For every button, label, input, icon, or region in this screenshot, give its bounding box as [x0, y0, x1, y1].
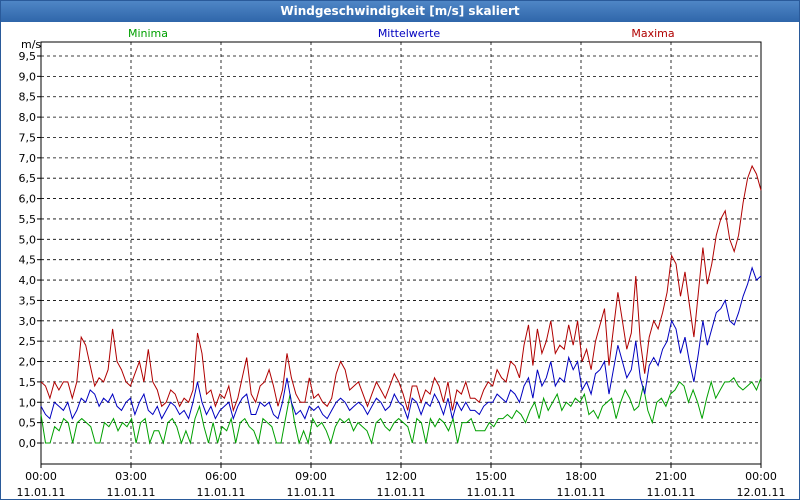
x-tick-date-label: 11.01.11	[17, 486, 66, 499]
grid-lines	[41, 42, 761, 464]
x-tick-time-label: 21:00	[655, 470, 687, 483]
y-tick-label: 2,5	[19, 335, 37, 348]
y-tick-label: 3,5	[19, 294, 37, 307]
y-tick-label: 6,0	[19, 193, 37, 206]
chart-window: Windgeschwindigkeit [m/s] skaliert m/s 0,…	[0, 0, 800, 500]
y-tick-label: 7,0	[19, 152, 37, 165]
x-tick-date-label: 12.01.11	[737, 486, 786, 499]
x-tick-date-label: 11.01.11	[467, 486, 516, 499]
y-tick-label: 5,0	[19, 233, 37, 246]
x-tick-time-label: 12:00	[385, 470, 417, 483]
y-tick-label: 5,5	[19, 213, 37, 226]
series-lines	[40, 164, 762, 445]
y-tick-label: 2,0	[19, 356, 37, 369]
legend-entry-maxima: Maxima	[631, 27, 674, 40]
x-tick-time-label: 09:00	[295, 470, 327, 483]
y-axis: m/s0,00,51,01,52,02,53,03,54,04,55,05,56…	[19, 38, 42, 450]
x-tick-time-label: 00:00	[745, 470, 777, 483]
x-tick-time-label: 06:00	[205, 470, 237, 483]
y-tick-label: 8,5	[19, 91, 37, 104]
x-tick-date-label: 11.01.11	[377, 486, 426, 499]
x-tick-date-label: 11.01.11	[557, 486, 606, 499]
window-title: Windgeschwindigkeit [m/s] skaliert	[1, 1, 799, 22]
y-tick-label: 6,5	[19, 172, 37, 185]
legend: Minima Mittelwerte Maxima	[128, 27, 675, 40]
y-tick-label: 3,0	[19, 315, 37, 328]
x-tick-date-label: 11.01.11	[647, 486, 696, 499]
legend-entry-minima: Minima	[128, 27, 168, 40]
y-tick-label: 8,0	[19, 111, 37, 124]
y-tick-label: 1,5	[19, 376, 37, 389]
x-tick-time-label: 18:00	[565, 470, 597, 483]
y-tick-label: 0,0	[19, 437, 37, 450]
x-tick-date-label: 11.01.11	[197, 486, 246, 499]
y-tick-label: 4,5	[19, 254, 37, 267]
x-tick-time-label: 00:00	[25, 470, 57, 483]
x-axis: 00:00 11.01.11 03:00 11.01.11 06:00 11.01.11 0…	[17, 464, 786, 499]
y-tick-label: 9,0	[19, 70, 37, 83]
y-tick-label: 9,5	[19, 50, 37, 63]
x-tick-date-label: 11.01.11	[107, 486, 156, 499]
x-tick-time-label: 03:00	[115, 470, 147, 483]
x-tick-time-label: 15:00	[475, 470, 507, 483]
y-tick-label: 7,5	[19, 131, 37, 144]
wind-speed-chart: m/s0,00,51,01,52,02,53,03,54,04,55,05,56…	[17, 27, 786, 499]
x-tick-date-label: 11.01.11	[287, 486, 336, 499]
y-tick-label: 0,5	[19, 417, 37, 430]
legend-entry-mittelwerte: Mittelwerte	[378, 27, 441, 40]
y-tick-label: 1,0	[19, 396, 37, 409]
y-tick-label: 4,0	[19, 274, 37, 287]
